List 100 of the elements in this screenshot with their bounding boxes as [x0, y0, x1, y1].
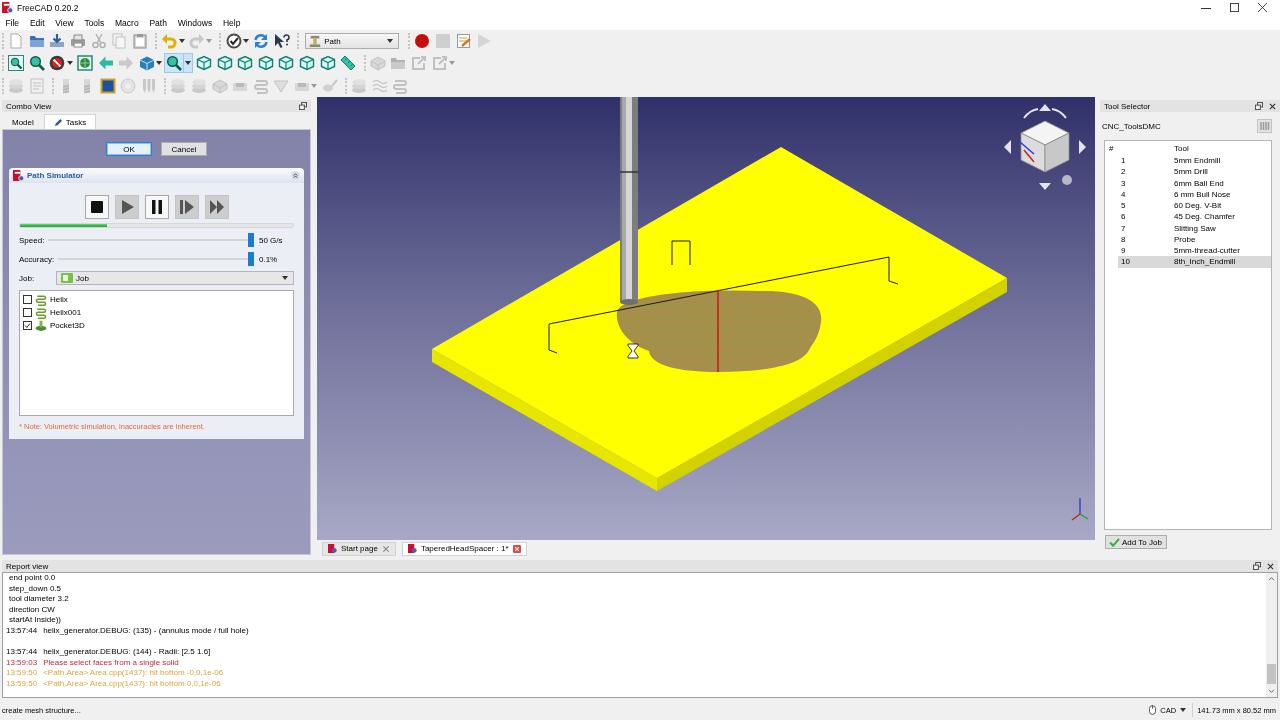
caret-icon[interactable]	[242, 39, 249, 44]
zoom-fit-icon[interactable]	[8, 55, 25, 72]
tile-icon[interactable]	[99, 77, 116, 94]
document-tab[interactable]: TaperedHeadSpacer : 1*	[401, 541, 527, 556]
chevron-up-icon[interactable]	[1268, 576, 1275, 581]
box-icon	[61, 273, 73, 283]
check-circle-icon[interactable]	[225, 33, 242, 50]
caret-icon[interactable]	[183, 53, 193, 74]
refresh-icon[interactable]	[253, 33, 270, 50]
table-cell[interactable]: 5mm-thread-cutter	[1174, 245, 1271, 257]
cube-icon[interactable]	[299, 55, 315, 72]
notepad-pencil-icon[interactable]	[455, 33, 472, 50]
cube-icon[interactable]	[257, 55, 274, 72]
magnifier-icon[interactable]	[28, 55, 45, 72]
list-item[interactable]: Helix001	[50, 308, 82, 317]
checkbox[interactable]	[23, 308, 32, 317]
workbench-dropdown[interactable]: Path	[305, 33, 400, 50]
library-icon[interactable]	[1257, 119, 1272, 133]
menu-item[interactable]: Path	[144, 17, 173, 28]
checkbox[interactable]	[23, 295, 32, 304]
table-cell[interactable]: 5	[1118, 200, 1174, 212]
slider-value: 50 G/s	[258, 235, 284, 245]
cube-icon[interactable]	[319, 55, 336, 72]
table-cell[interactable]: 5mm Endmill	[1174, 155, 1271, 167]
add-to-job-button[interactable]: Add To Job	[1105, 535, 1167, 549]
tab[interactable]: Model	[2, 114, 44, 129]
undock-icon[interactable]	[1253, 562, 1261, 570]
table-cell[interactable]: 6	[1118, 211, 1174, 223]
download-icon[interactable]	[49, 33, 66, 50]
table-cell[interactable]: 3	[1118, 177, 1174, 189]
navigation-cube-icon[interactable]	[1004, 104, 1086, 190]
column-header[interactable]: Tool	[1174, 143, 1189, 153]
table-cell[interactable]: 6mm Ball End	[1174, 177, 1271, 189]
table-cell[interactable]: 1	[1118, 155, 1174, 167]
ok-button[interactable]: OK	[106, 142, 152, 156]
printer-icon[interactable]	[70, 33, 87, 50]
ruler-icon[interactable]	[340, 55, 357, 72]
slider-thumb[interactable]	[248, 252, 254, 266]
table-cell[interactable]: 4	[1118, 188, 1174, 200]
arrow-left-icon[interactable]	[97, 55, 114, 72]
table-cell[interactable]: 9	[1118, 245, 1174, 257]
table-cell[interactable]: 8	[1118, 233, 1174, 245]
caret-icon[interactable]	[282, 276, 288, 280]
solid-cube-icon[interactable]	[138, 55, 155, 72]
table-cell[interactable]: Slitting Saw	[1174, 222, 1271, 234]
document-tab[interactable]: Start page	[322, 541, 396, 556]
menu-item[interactable]: Macro	[109, 17, 144, 28]
table-cell[interactable]: 2	[1118, 166, 1174, 178]
menu-item[interactable]: Windows	[172, 17, 218, 28]
pause-button[interactable]	[144, 195, 169, 219]
tab[interactable]: Tasks	[43, 114, 97, 129]
table-cell[interactable]: 7	[1118, 222, 1174, 234]
caret-icon[interactable]	[156, 61, 163, 66]
undock-icon[interactable]	[1255, 102, 1263, 110]
collapse-icon[interactable]	[291, 171, 300, 180]
no-entry-icon[interactable]	[49, 55, 66, 72]
checkbox[interactable]	[23, 321, 32, 330]
slider-thumb[interactable]	[248, 233, 254, 247]
table-cell[interactable]: Probe	[1174, 233, 1271, 245]
caret-icon[interactable]	[178, 39, 185, 44]
menu-item[interactable]: Tools	[79, 17, 110, 28]
cube-icon[interactable]	[196, 55, 213, 72]
cube-icon[interactable]	[278, 55, 295, 72]
table-cell[interactable]: 10	[1118, 256, 1174, 268]
3d-viewport[interactable]	[317, 97, 1095, 540]
menu-item[interactable]: View	[49, 17, 79, 28]
close-icon[interactable]	[1267, 562, 1274, 570]
scrollbar[interactable]	[1266, 573, 1277, 697]
menu-item[interactable]: Edit	[24, 17, 50, 28]
cancel-button[interactable]: Cancel	[161, 142, 207, 156]
stop-button[interactable]	[84, 195, 109, 219]
caret-icon[interactable]	[1180, 708, 1187, 712]
cube-icon[interactable]	[216, 55, 233, 72]
menu-item[interactable]: Help	[217, 17, 246, 28]
folder-icon[interactable]	[28, 33, 45, 50]
table-cell[interactable]: 8th_Inch_Endmill	[1174, 256, 1271, 268]
log-line: step_down 0.5	[8, 583, 63, 595]
table-cell[interactable]: 6 mm Bull Nose	[1174, 188, 1271, 200]
globe-icon[interactable]	[77, 55, 94, 72]
chevron-down-icon[interactable]	[1268, 689, 1275, 694]
help-pointer-icon[interactable]	[273, 33, 290, 50]
close-icon[interactable]	[1269, 102, 1276, 110]
log-line: 13:59:03 Please select faces from a single solid	[6, 657, 180, 669]
caret-icon[interactable]	[66, 61, 73, 66]
table-cell[interactable]: 5mm Drill	[1174, 166, 1271, 178]
slider-label: Accuracy:	[19, 254, 55, 264]
scrollbar-thumb[interactable]	[1267, 664, 1276, 684]
column-header[interactable]: #	[1105, 143, 1174, 153]
list-item[interactable]: Helix	[50, 295, 68, 304]
list-item[interactable]: Pocket3D	[50, 321, 85, 330]
magnifier-icon[interactable]	[164, 53, 185, 74]
table-cell[interactable]: 45 Deg. Chamfer	[1174, 211, 1271, 223]
job-dropdown[interactable]: Job	[56, 271, 294, 285]
record-icon[interactable]	[414, 33, 431, 50]
clipboard-icon[interactable]	[131, 33, 148, 50]
table-cell[interactable]: 60 Deg. V-Bit	[1174, 200, 1271, 212]
menu-item[interactable]: File	[0, 17, 25, 28]
close-icon[interactable]	[512, 544, 521, 553]
undock-icon[interactable]	[299, 102, 307, 110]
cube-icon[interactable]	[237, 55, 254, 72]
